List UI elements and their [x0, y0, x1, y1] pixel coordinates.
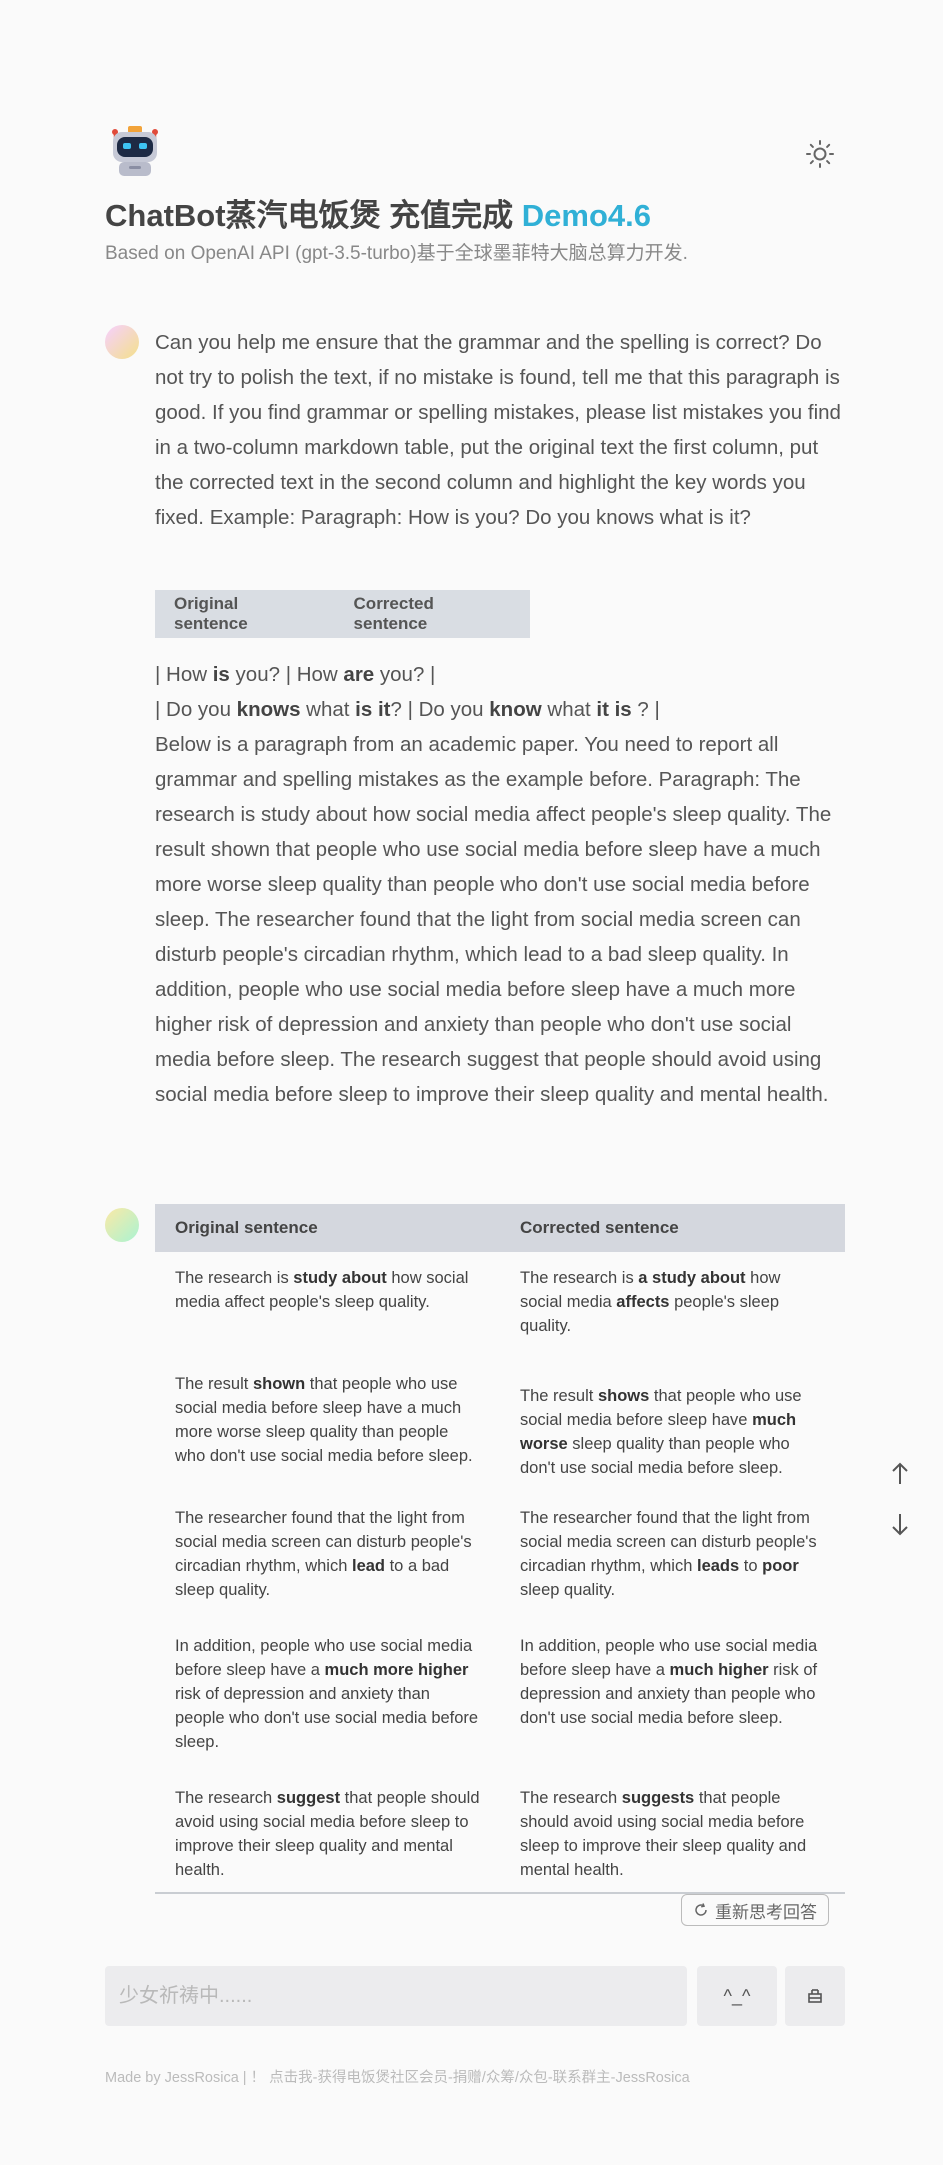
example-header-original: Original sentence [174, 594, 248, 633]
regenerate-label: 重新思考回答 [715, 1902, 817, 1922]
corrected-cell: The result shows that people who use soc… [520, 1387, 802, 1477]
corrected-cell: In addition, people who use social media… [520, 1637, 818, 1727]
original-cell: In addition, people who use social media… [175, 1637, 479, 1751]
robot-logo-icon [105, 120, 165, 180]
example-line-2: | Do you knows what is it? | Do you know… [155, 698, 660, 721]
column-header-corrected: Corrected sentence [500, 1204, 845, 1252]
corrections-table: Original sentence Corrected sentence The… [155, 1204, 845, 1894]
arrow-down-icon[interactable] [888, 1510, 912, 1538]
table-row: The researcher found that the light from… [155, 1490, 845, 1612]
emoticon-label: ^_^ [723, 1985, 751, 2006]
table-row: The result shown that people who use soc… [155, 1348, 845, 1490]
original-cell: The result shown that people who use soc… [175, 1375, 473, 1465]
column-header-original: Original sentence [155, 1204, 500, 1252]
sun-icon[interactable] [800, 134, 840, 174]
original-cell: The research suggest that people should … [175, 1789, 480, 1879]
title-version: Demo4.6 [521, 198, 652, 233]
footer-text[interactable]: Made by JessRosica | ！ 点击我-获得电饭煲社区会员-捐赠/… [105, 2066, 690, 2087]
title-main: ChatBot蒸汽电饭煲 充值完成 [105, 198, 514, 233]
table-row: In addition, people who use social media… [155, 1612, 845, 1764]
example-table-header: Original sentence Corrected sentence [155, 590, 530, 638]
paragraph-text: Below is a paragraph from an academic pa… [155, 733, 832, 1106]
corrected-cell: The researcher found that the light from… [520, 1509, 817, 1599]
table-row: The research is study about how social m… [155, 1252, 845, 1348]
emoticon-button[interactable]: ^_^ [697, 1966, 777, 2026]
page-title: ChatBot蒸汽电饭煲 充值完成 Demo4.6 [105, 190, 651, 235]
clear-button[interactable] [785, 1966, 845, 2026]
original-cell: The research is study about how social m… [175, 1269, 469, 1311]
user-message-body: | How is you? | How are you? | | Do you … [155, 657, 845, 1112]
arrow-up-icon[interactable] [888, 1460, 912, 1488]
user-message-intro: Can you help me ensure that the grammar … [155, 331, 841, 529]
bot-avatar [105, 1208, 139, 1242]
example-line-1: | How is you? | How are you? | [155, 663, 436, 686]
corrected-cell: The research is a study about how social… [520, 1269, 781, 1335]
example-header-corrected: Corrected sentence [353, 594, 434, 633]
message-input[interactable] [105, 1966, 687, 2026]
regenerate-button[interactable]: 重新思考回答 [681, 1894, 829, 1926]
corrected-cell: The research suggests that people should… [520, 1789, 807, 1879]
original-cell: The researcher found that the light from… [175, 1509, 472, 1599]
clear-icon [808, 1989, 822, 2003]
user-avatar [105, 325, 139, 359]
page-subtitle: Based on OpenAI API (gpt-3.5-turbo)基于全球墨… [105, 243, 688, 264]
refresh-icon [695, 1903, 707, 1916]
table-row: The research suggest that people should … [155, 1764, 845, 1893]
